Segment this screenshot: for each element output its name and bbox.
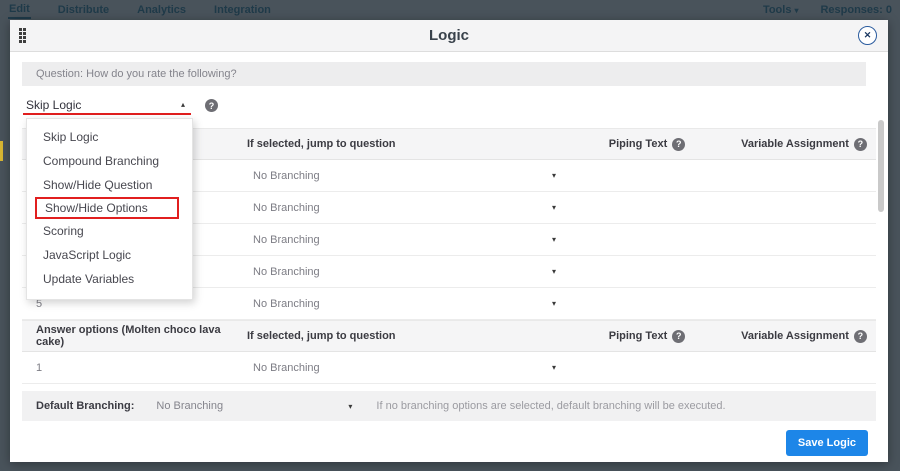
- jump-select[interactable]: No Branching ▾: [253, 170, 556, 182]
- help-icon[interactable]: ?: [854, 330, 867, 343]
- default-branching-select[interactable]: No Branching ▾: [156, 400, 352, 412]
- logic-type-menu: Skip Logic Compound Branching Show/Hide …: [26, 118, 193, 300]
- logic-modal: Logic ✕ Question: How do you rate the fo…: [10, 20, 888, 462]
- default-branching-label: Default Branching:: [22, 400, 134, 412]
- help-icon[interactable]: ?: [854, 138, 867, 151]
- responses-counter[interactable]: Responses: 0: [820, 4, 892, 16]
- menu-item-show-hide-options[interactable]: Show/Hide Options: [35, 197, 179, 219]
- background-page-accent: [0, 141, 3, 161]
- section2-label: Answer options (Molten choco lava cake): [22, 324, 247, 348]
- help-icon[interactable]: ?: [672, 330, 685, 343]
- topbar-right: Tools▾ Responses: 0: [763, 4, 892, 16]
- column-piping-header: Piping Text ?: [562, 330, 732, 343]
- jump-select[interactable]: No Branching ▾: [253, 362, 556, 374]
- column-jump-header: If selected, jump to question: [247, 330, 562, 342]
- modal-header: Logic ✕: [10, 20, 888, 52]
- chevron-up-icon: ▴: [181, 100, 185, 109]
- tools-menu[interactable]: Tools▾: [763, 4, 799, 16]
- chevron-down-icon: ▾: [552, 203, 556, 212]
- nav-item-edit[interactable]: Edit: [8, 2, 31, 19]
- table-header-row-2: Answer options (Molten choco lava cake) …: [22, 320, 876, 352]
- column-variable-header: Variable Assignment ?: [732, 330, 876, 343]
- menu-item-skip-logic[interactable]: Skip Logic: [27, 125, 192, 149]
- help-icon[interactable]: ?: [205, 99, 218, 112]
- option-number: 1: [22, 362, 247, 374]
- top-menu-bar: Edit Distribute Analytics Integration To…: [0, 0, 900, 20]
- close-icon[interactable]: ✕: [858, 26, 877, 45]
- default-branching-bar: Default Branching: No Branching ▾ If no …: [22, 391, 876, 421]
- chevron-down-icon: ▾: [552, 267, 556, 276]
- jump-select[interactable]: No Branching ▾: [253, 266, 556, 278]
- scrollbar-thumb[interactable]: [878, 120, 884, 212]
- modal-title: Logic: [10, 27, 888, 44]
- save-logic-button[interactable]: Save Logic: [786, 430, 868, 456]
- question-label: Question: How do you rate the following?: [22, 62, 866, 86]
- drag-handle-icon[interactable]: [19, 28, 26, 43]
- chevron-down-icon: ▾: [348, 402, 352, 411]
- nav-item-analytics[interactable]: Analytics: [136, 3, 187, 18]
- chevron-down-icon: ▾: [552, 299, 556, 308]
- chevron-down-icon: ▾: [794, 6, 798, 15]
- chevron-down-icon: ▾: [552, 235, 556, 244]
- chevron-down-icon: ▾: [552, 363, 556, 372]
- help-icon[interactable]: ?: [672, 138, 685, 151]
- menu-item-compound-branching[interactable]: Compound Branching: [27, 149, 192, 173]
- column-variable-header: Variable Assignment ?: [732, 138, 876, 151]
- logic-type-select[interactable]: Skip Logic ▴: [23, 96, 191, 115]
- nav-item-distribute[interactable]: Distribute: [57, 3, 110, 18]
- column-jump-header: If selected, jump to question: [247, 138, 562, 150]
- jump-select[interactable]: No Branching ▾: [253, 298, 556, 310]
- menu-item-scoring[interactable]: Scoring: [27, 219, 192, 243]
- menu-item-show-hide-question[interactable]: Show/Hide Question: [27, 173, 192, 197]
- default-branching-note: If no branching options are selected, de…: [376, 400, 725, 412]
- chevron-down-icon: ▾: [552, 171, 556, 180]
- menu-item-update-variables[interactable]: Update Variables: [27, 267, 192, 291]
- column-piping-header: Piping Text ?: [562, 138, 732, 151]
- jump-select[interactable]: No Branching ▾: [253, 202, 556, 214]
- jump-select[interactable]: No Branching ▾: [253, 234, 556, 246]
- logic-type-value: Skip Logic: [26, 98, 81, 112]
- nav-item-integration[interactable]: Integration: [213, 3, 272, 18]
- menu-item-javascript-logic[interactable]: JavaScript Logic: [27, 243, 192, 267]
- table-row: 1 No Branching ▾: [22, 352, 876, 384]
